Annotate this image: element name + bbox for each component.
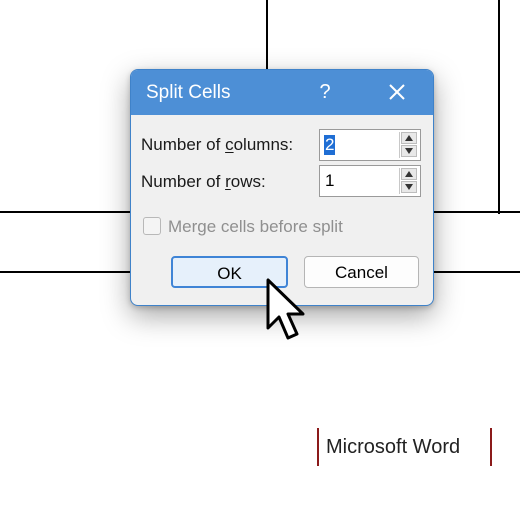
triangle-up-icon <box>405 171 413 177</box>
rows-increment-button[interactable] <box>401 168 417 180</box>
merge-cells-label: Merge cells before split <box>168 217 343 236</box>
dialog-titlebar[interactable]: Split Cells ? <box>131 70 433 115</box>
merge-cells-checkbox[interactable] <box>143 217 161 235</box>
watermark-bar-right <box>490 428 492 466</box>
table-border-line <box>430 211 520 213</box>
split-cells-dialog: Split Cells ? Number of columns: 2 Numbe… <box>130 69 434 306</box>
columns-input[interactable]: 2 <box>324 135 336 155</box>
rows-spin-arrows <box>399 168 418 194</box>
columns-spinbox[interactable]: 2 <box>319 129 421 161</box>
table-border-line <box>266 0 268 72</box>
table-border-line <box>0 211 132 213</box>
watermark-bar-left <box>317 428 319 466</box>
triangle-down-icon <box>405 148 413 154</box>
close-button[interactable] <box>383 78 411 106</box>
columns-increment-button[interactable] <box>401 132 417 144</box>
table-border-line <box>0 271 132 273</box>
help-button[interactable]: ? <box>313 78 337 106</box>
table-border-line <box>498 0 500 214</box>
mouse-pointer-icon <box>266 278 305 340</box>
columns-decrement-button[interactable] <box>401 145 417 157</box>
rows-label: Number of rows: <box>141 172 266 191</box>
cancel-button[interactable]: Cancel <box>304 256 419 288</box>
rows-decrement-button[interactable] <box>401 181 417 193</box>
rows-spinbox[interactable]: 1 <box>319 165 421 197</box>
rows-input[interactable]: 1 <box>324 171 335 191</box>
triangle-up-icon <box>405 135 413 141</box>
close-icon <box>389 84 405 100</box>
columns-label: Number of columns: <box>141 135 294 154</box>
triangle-down-icon <box>405 184 413 190</box>
table-border-line <box>430 271 520 273</box>
dialog-title: Split Cells <box>146 82 231 103</box>
columns-spin-arrows <box>399 132 418 158</box>
watermark-text: Microsoft Word <box>326 436 461 458</box>
